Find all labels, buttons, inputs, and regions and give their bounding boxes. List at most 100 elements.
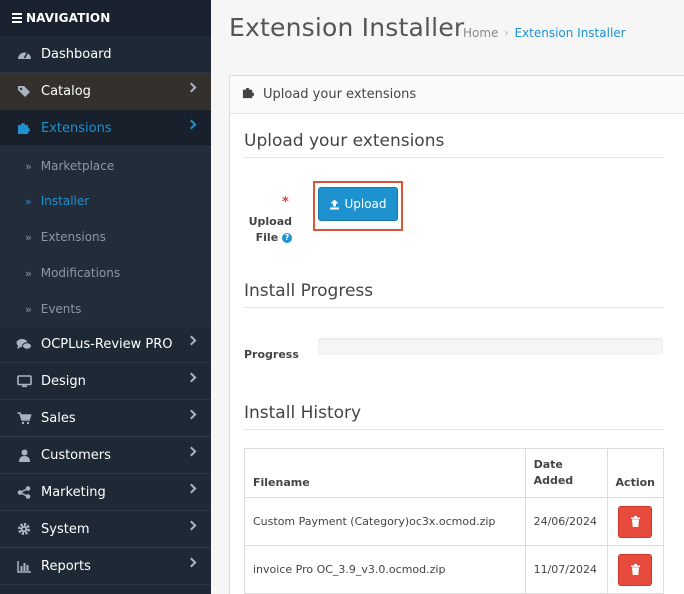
column-header-action: Action: [606, 448, 665, 498]
chevron-right-icon: [186, 409, 197, 420]
table-row: Custom Payment (Category)oc3x.ocmod.zip …: [244, 497, 665, 546]
comments-icon: [16, 337, 32, 351]
breadcrumb: Home › Extension Installer: [463, 26, 626, 40]
help-icon[interactable]: ?: [282, 233, 292, 243]
tags-icon: [16, 84, 32, 98]
sidebar-subitem-label: Extensions: [40, 230, 106, 244]
section-title-upload: Upload your extensions: [244, 131, 664, 158]
cell-filename: invoice Pro OC_3.9_v3.0.ocmod.zip: [244, 545, 526, 594]
sidebar-item-design[interactable]: Design: [0, 363, 211, 400]
delete-button[interactable]: [618, 553, 653, 586]
upload-file-label: Upload File ?: [230, 214, 292, 246]
sidebar-item-label: System: [41, 521, 90, 537]
chevron-right-icon: [186, 557, 197, 568]
sidebar-subitem-extensions[interactable]: » Extensions: [0, 219, 211, 255]
install-history-table: Filename Date Added Action Custom Paymen…: [244, 448, 665, 594]
table-row: invoice Pro OC_3.9_v3.0.ocmod.zip 11/07/…: [244, 545, 665, 594]
column-header-filename: Filename: [244, 448, 526, 498]
sidebar-item-label: Design: [41, 373, 86, 389]
chevron-right-icon: [186, 446, 197, 457]
share-icon: [16, 485, 32, 499]
puzzle-icon: [242, 86, 255, 103]
page-title: Extension Installer: [229, 13, 465, 42]
cell-action: [606, 497, 665, 546]
breadcrumb-current[interactable]: Extension Installer: [514, 26, 625, 40]
column-header-date-added: Date Added: [524, 448, 608, 498]
monitor-icon: [16, 374, 32, 388]
sidebar-item-label: Catalog: [41, 83, 91, 99]
panel-heading-label: Upload your extensions: [263, 87, 417, 102]
chevron-right-icon: [186, 82, 197, 93]
menu-icon[interactable]: [12, 11, 22, 25]
nav-header-label: NAVIGATION: [26, 11, 111, 25]
sidebar-item-ocplus-review[interactable]: OCPLus-Review PRO: [0, 326, 211, 363]
sidebar-item-label: Reports: [41, 558, 91, 574]
sidebar-item-customers[interactable]: Customers: [0, 437, 211, 474]
sidebar-item-label: Extensions: [41, 120, 112, 136]
upload-button[interactable]: Upload: [318, 187, 398, 221]
sidebar-item-reports[interactable]: Reports: [0, 548, 211, 585]
sidebar-item-sales[interactable]: Sales: [0, 400, 211, 437]
sidebar-subitem-events[interactable]: » Events: [0, 291, 211, 327]
breadcrumb-home[interactable]: Home: [463, 26, 498, 40]
sidebar-item-label: Customers: [41, 447, 111, 463]
chevron-right-icon: [186, 520, 197, 531]
sidebar-item-label: Sales: [41, 410, 76, 426]
sidebar-item-marketing[interactable]: Marketing: [0, 474, 211, 511]
section-title-progress: Install Progress: [244, 281, 664, 308]
upload-button-label: Upload: [344, 197, 387, 211]
install-progress-bar: [318, 338, 663, 355]
double-chevron-icon: »: [25, 302, 32, 316]
sidebar: NAVIGATION Dashboard Catalog Extensions …: [0, 0, 211, 594]
sidebar-subitem-marketplace[interactable]: » Marketplace: [0, 148, 211, 184]
delete-button[interactable]: [618, 505, 653, 538]
cell-filename: Custom Payment (Category)oc3x.ocmod.zip: [244, 497, 526, 546]
nav-header: NAVIGATION: [0, 0, 211, 36]
upload-label-line: Upload: [248, 215, 292, 228]
bar-chart-icon: [16, 559, 32, 573]
upload-label-text: File: [255, 231, 279, 244]
sidebar-item-catalog[interactable]: Catalog: [0, 73, 211, 110]
sidebar-item-label: Marketing: [41, 484, 106, 500]
upload-label-line-2: File ?: [230, 230, 292, 246]
cell-action: [606, 545, 665, 594]
sidebar-subitem-modifications[interactable]: » Modifications: [0, 255, 211, 291]
puzzle-icon: [16, 121, 32, 135]
sidebar-subitem-label: Installer: [40, 194, 90, 208]
required-asterisk: *: [282, 195, 289, 210]
chevron-right-icon: [186, 483, 197, 494]
sidebar-item-extensions[interactable]: Extensions: [0, 110, 211, 147]
gear-icon: [16, 522, 32, 536]
cell-date: 11/07/2024: [524, 545, 608, 594]
date-header-line-2: Added: [533, 474, 574, 487]
upload-highlight-frame: Upload: [313, 181, 403, 231]
upload-panel: Upload your extensions Upload your exten…: [229, 75, 684, 594]
double-chevron-icon: »: [25, 194, 32, 208]
sidebar-subitem-label: Modifications: [40, 266, 121, 280]
progress-label: Progress: [244, 348, 299, 361]
sidebar-item-label: Dashboard: [41, 46, 112, 62]
sidebar-subitem-installer[interactable]: » Installer: [0, 183, 211, 219]
date-header-line: Date: [533, 458, 563, 471]
double-chevron-icon: »: [25, 266, 32, 280]
chevron-right-icon: [186, 119, 197, 130]
sidebar-item-dashboard[interactable]: Dashboard: [0, 36, 211, 73]
sidebar-item-system[interactable]: System: [0, 511, 211, 548]
chevron-right-icon: [186, 372, 197, 383]
sidebar-subitem-label: Marketplace: [40, 159, 115, 173]
section-title-history: Install History: [244, 403, 664, 430]
cell-date: 24/06/2024: [524, 497, 608, 546]
trash-icon: [630, 516, 640, 527]
sidebar-subitem-label: Events: [40, 302, 82, 316]
breadcrumb-separator-icon: ›: [504, 27, 509, 39]
chevron-right-icon: [186, 335, 197, 346]
trash-icon: [630, 564, 640, 575]
sidebar-item-label: OCPLus-Review PRO: [41, 336, 173, 352]
double-chevron-icon: »: [25, 159, 32, 173]
upload-icon: [330, 199, 340, 209]
user-icon: [16, 448, 32, 462]
dashboard-icon: [16, 47, 32, 61]
panel-heading: Upload your extensions: [230, 76, 684, 114]
table-header-row: Filename Date Added Action: [244, 448, 665, 498]
cart-icon: [16, 411, 32, 425]
